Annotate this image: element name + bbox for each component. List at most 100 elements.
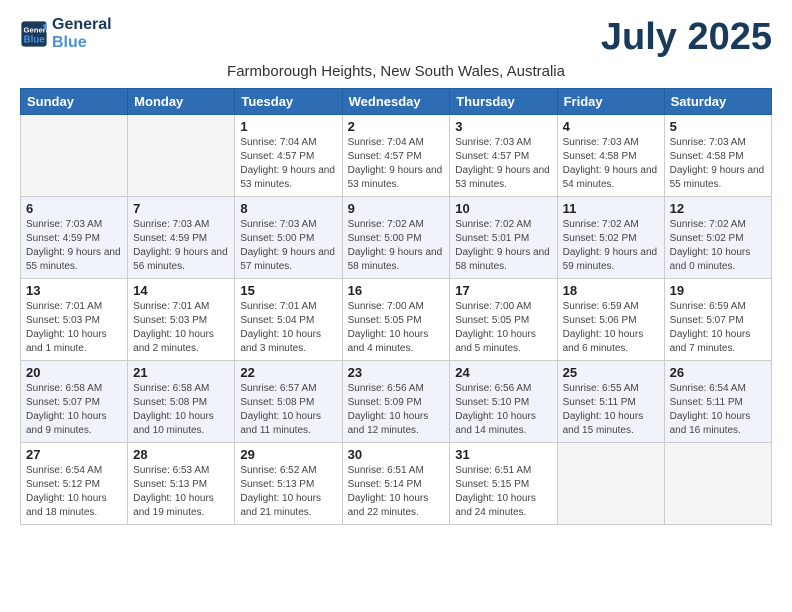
day-number: 5 [670,119,766,134]
calendar-day-cell: 19Sunrise: 6:59 AMSunset: 5:07 PMDayligh… [664,279,771,361]
day-info: Sunrise: 6:54 AMSunset: 5:11 PMDaylight:… [670,382,766,438]
day-info: Sunrise: 6:59 AMSunset: 5:06 PMDaylight:… [563,300,659,356]
day-of-week-header: Friday [557,89,664,115]
calendar-day-cell: 1 Sunrise: 7:04 AMSunset: 4:57 PMDaylight… [235,115,342,197]
calendar-week-row: 20 Sunrise: 6:58 AMSunset: 5:07 PMDayligh… [21,361,772,443]
day-info: Sunrise: 7:03 AMSunset: 4:59 PMDaylight:… [26,218,122,274]
day-info: Sunrise: 6:54 AMSunset: 5:12 PMDaylight:… [26,464,122,520]
day-info: Sunrise: 6:51 AMSunset: 5:15 PMDaylight:… [455,464,551,520]
day-number: 29 [240,447,336,462]
day-number: 16 [348,283,445,298]
day-number: 27 [26,447,122,462]
day-of-week-header: Sunday [21,89,128,115]
logo-icon: General Blue [20,20,48,48]
month-title: July 2025 [601,16,772,59]
day-info: Sunrise: 7:01 AMSunset: 5:03 PMDaylight:… [133,300,229,356]
day-number: 21 [133,365,229,380]
day-number: 14 [133,283,229,298]
day-number: 13 [26,283,122,298]
calendar-day-cell [664,443,771,525]
day-number: 6 [26,201,122,216]
calendar-day-cell [557,443,664,525]
day-number: 9 [348,201,445,216]
day-info: Sunrise: 6:59 AMSunset: 5:07 PMDaylight:… [670,300,766,356]
day-info: Sunrise: 7:00 AMSunset: 5:05 PMDaylight:… [348,300,445,356]
day-info: Sunrise: 7:03 AMSunset: 4:57 PMDaylight:… [455,136,551,192]
day-of-week-header: Monday [128,89,235,115]
calendar: SundayMondayTuesdayWednesdayThursdayFrid… [20,88,772,525]
day-info: Sunrise: 7:03 AMSunset: 4:59 PMDaylight:… [133,218,229,274]
calendar-day-cell [128,115,235,197]
calendar-day-cell: 10 Sunrise: 7:02 AMSunset: 5:01 PMDayligh… [450,197,557,279]
calendar-day-cell: 29 Sunrise: 6:52 AMSunset: 5:13 PMDayligh… [235,443,342,525]
day-info: Sunrise: 7:03 AMSunset: 4:58 PMDaylight:… [563,136,659,192]
day-number: 28 [133,447,229,462]
day-number: 4 [563,119,659,134]
calendar-day-cell [21,115,128,197]
day-of-week-header: Wednesday [342,89,450,115]
day-number: 3 [455,119,551,134]
day-info: Sunrise: 7:04 AMSunset: 4:57 PMDaylight:… [240,136,336,192]
calendar-day-cell: 16 Sunrise: 7:00 AMSunset: 5:05 PMDayligh… [342,279,450,361]
day-number: 7 [133,201,229,216]
calendar-week-row: 6 Sunrise: 7:03 AMSunset: 4:59 PMDaylight… [21,197,772,279]
day-info: Sunrise: 7:01 AMSunset: 5:03 PMDaylight:… [26,300,122,356]
day-info: Sunrise: 7:02 AMSunset: 5:00 PMDaylight:… [348,218,445,274]
day-info: Sunrise: 7:02 AMSunset: 5:01 PMDaylight:… [455,218,551,274]
day-number: 25 [563,365,659,380]
day-info: Sunrise: 6:56 AMSunset: 5:09 PMDaylight:… [348,382,445,438]
day-number: 30 [348,447,445,462]
calendar-day-cell: 21Sunrise: 6:58 AMSunset: 5:08 PMDayligh… [128,361,235,443]
calendar-day-cell: 11 Sunrise: 7:02 AMSunset: 5:02 PMDayligh… [557,197,664,279]
day-info: Sunrise: 7:01 AMSunset: 5:04 PMDaylight:… [240,300,336,356]
day-info: Sunrise: 6:56 AMSunset: 5:10 PMDaylight:… [455,382,551,438]
day-info: Sunrise: 7:00 AMSunset: 5:05 PMDaylight:… [455,300,551,356]
day-info: Sunrise: 6:55 AMSunset: 5:11 PMDaylight:… [563,382,659,438]
svg-text:Blue: Blue [24,35,46,46]
logo-line2: Blue [52,34,112,52]
calendar-day-cell: 4 Sunrise: 7:03 AMSunset: 4:58 PMDaylight… [557,115,664,197]
day-number: 26 [670,365,766,380]
day-info: Sunrise: 7:02 AMSunset: 5:02 PMDaylight:… [670,218,766,274]
day-number: 17 [455,283,551,298]
calendar-day-cell: 14 Sunrise: 7:01 AMSunset: 5:03 PMDayligh… [128,279,235,361]
calendar-day-cell: 7 Sunrise: 7:03 AMSunset: 4:59 PMDaylight… [128,197,235,279]
day-info: Sunrise: 7:04 AMSunset: 4:57 PMDaylight:… [348,136,445,192]
calendar-day-cell: 12 Sunrise: 7:02 AMSunset: 5:02 PMDayligh… [664,197,771,279]
day-info: Sunrise: 7:02 AMSunset: 5:02 PMDaylight:… [563,218,659,274]
day-info: Sunrise: 6:53 AMSunset: 5:13 PMDaylight:… [133,464,229,520]
calendar-day-cell: 28 Sunrise: 6:53 AMSunset: 5:13 PMDayligh… [128,443,235,525]
day-number: 2 [348,119,445,134]
calendar-week-row: 13 Sunrise: 7:01 AMSunset: 5:03 PMDayligh… [21,279,772,361]
day-number: 10 [455,201,551,216]
logo-line1: General [52,16,112,34]
day-number: 11 [563,201,659,216]
day-number: 1 [240,119,336,134]
calendar-day-cell: 31 Sunrise: 6:51 AMSunset: 5:15 PMDayligh… [450,443,557,525]
calendar-day-cell: 20 Sunrise: 6:58 AMSunset: 5:07 PMDayligh… [21,361,128,443]
calendar-day-cell: 26 Sunrise: 6:54 AMSunset: 5:11 PMDayligh… [664,361,771,443]
day-of-week-header: Tuesday [235,89,342,115]
day-number: 31 [455,447,551,462]
day-info: Sunrise: 6:57 AMSunset: 5:08 PMDaylight:… [240,382,336,438]
day-of-week-header: Thursday [450,89,557,115]
day-info: Sunrise: 7:03 AMSunset: 5:00 PMDaylight:… [240,218,336,274]
day-info: Sunrise: 6:51 AMSunset: 5:14 PMDaylight:… [348,464,445,520]
day-info: Sunrise: 7:03 AMSunset: 4:58 PMDaylight:… [670,136,766,192]
day-info: Sunrise: 6:58 AMSunset: 5:07 PMDaylight:… [26,382,122,438]
calendar-day-cell: 2 Sunrise: 7:04 AMSunset: 4:57 PMDaylight… [342,115,450,197]
header: General Blue General Blue July 2025 [20,16,772,59]
calendar-day-cell: 13 Sunrise: 7:01 AMSunset: 5:03 PMDayligh… [21,279,128,361]
day-number: 23 [348,365,445,380]
day-number: 12 [670,201,766,216]
day-number: 20 [26,365,122,380]
logo: General Blue General Blue [20,16,112,53]
day-number: 15 [240,283,336,298]
calendar-day-cell: 5 Sunrise: 7:03 AMSunset: 4:58 PMDaylight… [664,115,771,197]
day-info: Sunrise: 6:52 AMSunset: 5:13 PMDaylight:… [240,464,336,520]
calendar-day-cell: 25 Sunrise: 6:55 AMSunset: 5:11 PMDayligh… [557,361,664,443]
calendar-day-cell: 8Sunrise: 7:03 AMSunset: 5:00 PMDaylight… [235,197,342,279]
calendar-day-cell: 30 Sunrise: 6:51 AMSunset: 5:14 PMDayligh… [342,443,450,525]
day-number: 24 [455,365,551,380]
calendar-day-cell: 24 Sunrise: 6:56 AMSunset: 5:10 PMDayligh… [450,361,557,443]
